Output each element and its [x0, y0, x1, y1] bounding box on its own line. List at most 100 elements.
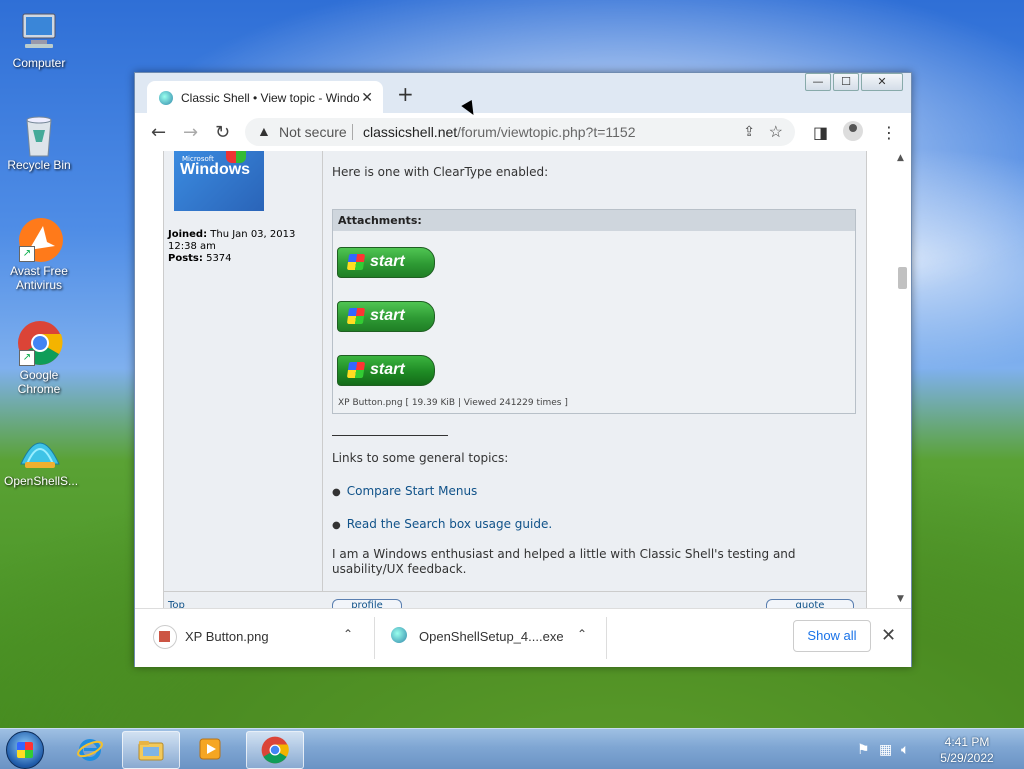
- tab-strip: Classic Shell • View topic - Windows ✕ +…: [135, 73, 911, 115]
- volume-icon[interactable]: 🔈︎: [901, 741, 909, 758]
- desktop-icon-label: Google Chrome: [17, 368, 61, 396]
- maximize-button[interactable]: ☐: [833, 73, 859, 91]
- post-profile: Microsoft Windows Joined: Thu Jan 03, 20…: [164, 151, 323, 591]
- profile-button[interactable]: profile: [332, 599, 402, 608]
- favicon-icon: [159, 91, 173, 105]
- desktop-icon-openshell[interactable]: OpenShellS...: [4, 428, 78, 488]
- menu-kebab-icon[interactable]: ⋮: [881, 123, 897, 142]
- openshell-icon: [17, 428, 61, 472]
- taskbar-item-explorer[interactable]: [122, 731, 180, 769]
- start-button[interactable]: [6, 731, 44, 769]
- image-file-icon: [153, 625, 177, 649]
- forward-icon[interactable]: →: [183, 122, 198, 143]
- address-divider: [352, 124, 353, 140]
- windows-logo-icon: [346, 254, 366, 270]
- taskbar-item-chrome[interactable]: [246, 731, 304, 769]
- list-item: ● Read the Search box usage guide.: [332, 517, 552, 531]
- windows-logo-icon: [346, 362, 366, 378]
- attachment-image-start[interactable]: start: [337, 355, 435, 386]
- browser-toolbar: ← → ↻ ▲ Not secure classicshell.net/foru…: [135, 113, 911, 151]
- new-tab-button[interactable]: +: [397, 82, 414, 106]
- clock-time: 4:41 PM: [944, 735, 990, 749]
- clock-date: 5/29/2022: [940, 751, 994, 765]
- avast-icon: ↗: [17, 216, 63, 262]
- start-label: start: [370, 307, 405, 324]
- tab-classic-shell[interactable]: Classic Shell • View topic - Windows ✕: [147, 81, 383, 115]
- close-window-button[interactable]: ✕: [861, 73, 903, 91]
- taskbar-clock[interactable]: 4:41 PM 5/29/2022: [927, 734, 1007, 766]
- scroll-thumb[interactable]: [898, 267, 907, 289]
- attachment-image-start[interactable]: start: [337, 247, 435, 278]
- action-center-flag-icon[interactable]: ⚑: [857, 741, 870, 758]
- url-host: classicshell.net: [363, 124, 458, 140]
- download-divider: [606, 617, 607, 659]
- close-downloads-icon[interactable]: ✕: [881, 625, 896, 646]
- taskbar-item-media-player[interactable]: [182, 731, 238, 767]
- openshell-file-icon: [391, 627, 407, 643]
- forum-post: Microsoft Windows Joined: Thu Jan 03, 20…: [163, 151, 867, 608]
- minimize-button[interactable]: —: [805, 73, 831, 91]
- start-label: start: [370, 253, 405, 270]
- chevron-up-icon[interactable]: ⌃: [577, 627, 587, 641]
- link-compare-start-menus[interactable]: Compare Start Menus: [347, 484, 478, 498]
- computer-icon: [17, 10, 61, 54]
- desktop-icon-label: Computer: [12, 56, 66, 70]
- link-search-box-guide[interactable]: Read the Search box usage guide.: [347, 517, 552, 531]
- desktop-icon-recycle-bin[interactable]: Recycle Bin: [4, 112, 74, 172]
- desktop-icon-chrome[interactable]: ↗ Google Chrome: [4, 320, 74, 396]
- share-icon[interactable]: ⇪: [743, 123, 755, 140]
- avatar-windows-text: Windows: [180, 161, 251, 178]
- recycle-bin-icon: [17, 112, 61, 157]
- address-bar[interactable]: ▲ Not secure classicshell.net/forum/view…: [245, 118, 795, 146]
- attachments-header: Attachments:: [333, 210, 855, 231]
- taskbar-item-internet-explorer[interactable]: [62, 731, 118, 767]
- attachments-box: Attachments: start start start XP Button…: [332, 209, 856, 414]
- download-item-openshell-setup[interactable]: OpenShellSetup_4....exe ⌃: [375, 609, 605, 667]
- downloads-bar: XP Button.png ⌃ OpenShellSetup_4....exe …: [135, 608, 911, 667]
- chrome-icon: ↗: [17, 320, 63, 366]
- download-filename: XP Button.png: [185, 629, 269, 644]
- post-footer: Top profile quote: [164, 591, 866, 608]
- system-tray: ⚑ ▦ 🔈︎ 4:41 PM 5/29/2022: [849, 729, 1024, 769]
- media-player-icon: [199, 738, 221, 760]
- tab-close-icon[interactable]: ✕: [361, 89, 373, 106]
- reload-icon[interactable]: ↻: [215, 122, 230, 143]
- scroll-down-icon[interactable]: ▼: [897, 594, 904, 604]
- shortcut-arrow-icon: ↗: [19, 350, 35, 366]
- post-intro: Here is one with ClearType enabled:: [332, 165, 549, 179]
- side-panel-icon[interactable]: ◨: [813, 123, 828, 142]
- internet-explorer-icon: [77, 739, 103, 761]
- profile-avatar-icon[interactable]: [843, 121, 863, 141]
- desktop-icon-computer[interactable]: Computer: [4, 10, 74, 70]
- tab-title: Classic Shell • View topic - Windows: [181, 91, 359, 105]
- page-content: Microsoft Windows Joined: Thu Jan 03, 20…: [135, 151, 911, 608]
- download-item-xp-button[interactable]: XP Button.png ⌃: [135, 609, 373, 667]
- show-all-button[interactable]: Show all: [793, 620, 871, 652]
- bullet-icon: ●: [332, 487, 341, 498]
- bookmark-star-icon[interactable]: ☆: [769, 122, 783, 142]
- chevron-up-icon[interactable]: ⌃: [343, 627, 353, 641]
- desktop-icon-label: OpenShellS...: [4, 474, 79, 488]
- scroll-up-icon[interactable]: ▲: [897, 153, 904, 163]
- url-path: /forum/viewtopic.php?t=1152: [457, 124, 636, 140]
- signature-bio: I am a Windows enthusiast and helped a l…: [332, 547, 796, 576]
- chrome-icon: [261, 736, 289, 764]
- top-link[interactable]: Top: [168, 600, 185, 608]
- joined-label: Joined:: [168, 229, 208, 240]
- back-icon[interactable]: ←: [151, 122, 166, 143]
- network-icon[interactable]: ▦: [879, 741, 892, 758]
- page-scrollbar[interactable]: ▲ ▼: [894, 151, 911, 608]
- attachment-image-start[interactable]: start: [337, 301, 435, 332]
- taskbar: ⚑ ▦ 🔈︎ 4:41 PM 5/29/2022: [0, 728, 1024, 769]
- posts-label: Posts:: [168, 253, 203, 264]
- security-label[interactable]: Not secure: [279, 124, 347, 140]
- posts-value: 5374: [206, 253, 232, 264]
- quote-button[interactable]: quote: [766, 599, 854, 608]
- user-avatar: Microsoft Windows: [174, 151, 264, 211]
- attachment-caption: XP Button.png [ 19.39 KiB | Viewed 24122…: [338, 398, 568, 408]
- url-text[interactable]: classicshell.net/forum/viewtopic.php?t=1…: [363, 124, 636, 140]
- profile-info: Joined: Thu Jan 03, 2013 12:38 am Posts:…: [168, 229, 318, 265]
- shortcut-arrow-icon: ↗: [19, 246, 35, 262]
- desktop-icon-avast[interactable]: ↗ Avast Free Antivirus: [4, 216, 74, 292]
- warning-triangle-icon[interactable]: ▲: [257, 123, 271, 139]
